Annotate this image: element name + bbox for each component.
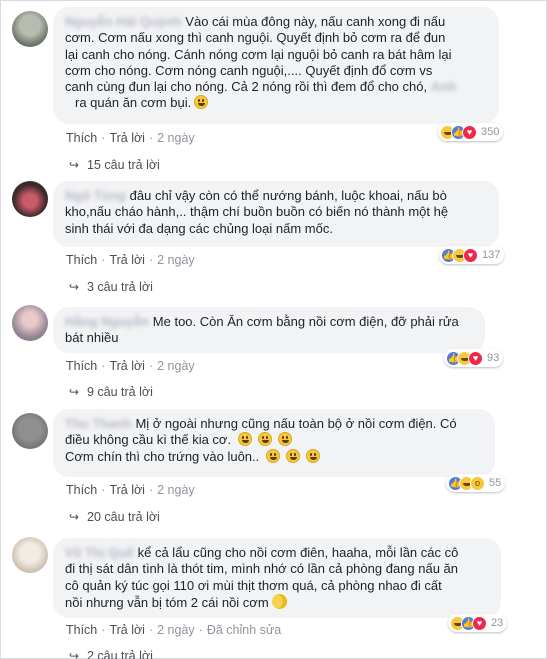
comment-text-line: kể cả lẩu cũng cho nồi cơm điên, haaha, … (137, 545, 459, 560)
avatar[interactable] (12, 537, 48, 573)
comment-text-line: cơm cho nóng. Cơm nóng canh nguội,.... Q… (65, 62, 433, 78)
comment-actions: Thích · Trả lời · 2 ngày · Đã chỉnh sửa (66, 623, 282, 637)
reaction-summary[interactable]: 👍 ♥ 350 (438, 123, 504, 141)
comment-text-line: bát nhiều (65, 330, 119, 346)
timestamp[interactable]: 2 ngày (157, 623, 195, 637)
like-link[interactable]: Thích (66, 359, 97, 373)
replies-count: 20 câu trả lời (87, 510, 160, 524)
comment-text-line: điều không cầu kì thế kia cơ. (65, 432, 232, 448)
comment-text-line: cơm. Cơm nấu xong thì canh nguội. Quyết … (65, 30, 446, 46)
grin-emoji-icon (265, 448, 280, 463)
love-reaction-icon: ♥ (462, 124, 477, 140)
like-link[interactable]: Thích (66, 131, 97, 145)
rofl-emoji-icon (194, 95, 209, 110)
reply-link[interactable]: Trả lời (109, 359, 145, 373)
comment-text-line: Me too. Còn Ăn cơm bằng nồi cơm điện, đỡ… (152, 314, 459, 329)
love-reaction-icon: ♥ (468, 350, 483, 366)
grin-emoji-icon (305, 448, 320, 463)
like-link[interactable]: Thích (66, 623, 97, 637)
reaction-count: 55 (489, 477, 502, 489)
reply-arrow-icon: ↪ (69, 510, 80, 524)
replies-count: 3 câu trả lời (87, 280, 153, 294)
comment-actions: Thích · Trả lời · 2 ngày (66, 483, 195, 497)
replies-count: 2 câu trả lời (87, 649, 153, 659)
like-link[interactable]: Thích (66, 483, 97, 497)
reaction-count: 350 (481, 126, 500, 138)
comment-text-line: kho,nấu cháo hành,.. thậm chí buồn buồn … (65, 204, 449, 220)
edited-label[interactable]: Đã chỉnh sửa (207, 623, 281, 637)
like-link[interactable]: Thích (66, 253, 97, 267)
comment-bubble: Nguyễn Hải Quỳnh Vào cái mùa đông này, nấ… (53, 7, 499, 124)
comment-text-line: Cơm chín thì cho trứng vào luôn.. (65, 448, 260, 464)
view-replies-link[interactable]: ↪ 9 câu trả lời (69, 385, 153, 399)
moon-emoji-icon (271, 593, 287, 609)
reply-arrow-icon: ↪ (69, 158, 80, 172)
comment-text-line: sinh thái với đa dạng các chủng loại nấm… (65, 220, 333, 236)
avatar[interactable] (12, 181, 48, 217)
timestamp[interactable]: 2 ngày (157, 253, 195, 267)
reaction-summary[interactable]: 👍 o 55 (446, 474, 506, 492)
reply-link[interactable]: Trả lời (109, 623, 145, 637)
avatar[interactable] (12, 413, 48, 449)
comment-text-line: nồi nhưng vẫn bị tóm 2 cái nồi cơm (65, 594, 269, 610)
love-reaction-icon: ♥ (463, 247, 478, 263)
comment-text-line: đi thị sát dân tình là thót tim, mình nh… (65, 561, 459, 577)
comment-bubble: Vũ Thị Quế kể cả lẩu cũng cho nồi cơm điê… (53, 538, 501, 618)
comment-actions: Thích · Trả lời · 2 ngày (66, 131, 195, 145)
commenter-name[interactable]: Vũ Thị Quế (65, 545, 134, 561)
timestamp[interactable]: 2 ngày (157, 359, 195, 373)
comment-bubble: Thu Thanh Mị ở ngoài nhưng cũng nấu toàn … (53, 409, 495, 477)
replies-count: 15 câu trả lời (87, 158, 160, 172)
reaction-summary[interactable]: 👍 ♥ 137 (439, 246, 505, 264)
view-replies-link[interactable]: ↪ 2 câu trả lời (69, 649, 153, 659)
view-replies-link[interactable]: ↪ 15 câu trả lời (69, 158, 160, 172)
tagged-name[interactable]: Anh (431, 79, 456, 95)
reaction-count: 93 (487, 352, 500, 364)
commenter-name[interactable]: Hằng Nguyễn (65, 314, 149, 330)
avatar[interactable] (12, 11, 48, 47)
comment-text-line: cô quản ký túc gọi 110 ơi mùi thịt thơm … (65, 577, 442, 593)
comment-text-line: ra quán ăn cơm bụi. (75, 95, 192, 111)
reply-link[interactable]: Trả lời (109, 253, 145, 267)
comment-text-line: canh cùng đun lại cho nóng. Cả 2 nóng rồ… (65, 79, 428, 95)
comment-text-line: Mị ở ngoài nhưng cũng nấu toàn bộ ở nồi … (135, 416, 457, 431)
reply-arrow-icon: ↪ (69, 385, 80, 399)
grin-emoji-icon (285, 448, 300, 463)
reply-link[interactable]: Trả lời (109, 131, 145, 145)
reaction-summary[interactable]: 👍 ♥ 23 (448, 614, 508, 632)
reaction-count: 23 (491, 617, 504, 629)
grin-emoji-icon (257, 432, 272, 447)
reaction-count: 137 (482, 249, 501, 261)
comment-text-line: Vào cái mùa đông này, nấu canh xong đi n… (185, 14, 446, 29)
timestamp[interactable]: 2 ngày (157, 483, 195, 497)
comment-text-line: đâu chỉ vậy còn có thể nướng bánh, luộc … (129, 188, 447, 203)
comment-bubble: Hằng Nguyễn Me too. Còn Ăn cơm bằng nồi c… (53, 307, 485, 353)
commenter-name[interactable]: Ngô Tùng (65, 188, 126, 204)
wow-reaction-icon: o (470, 475, 485, 491)
comment-text-line: lại canh cho nóng. Cánh nóng cơm lại ngu… (65, 46, 452, 62)
comment-actions: Thích · Trả lời · 2 ngày (66, 253, 195, 267)
reply-arrow-icon: ↪ (69, 649, 80, 659)
reply-arrow-icon: ↪ (69, 280, 80, 294)
commenter-name[interactable]: Nguyễn Hải Quỳnh (65, 14, 181, 30)
replies-count: 9 câu trả lời (87, 385, 153, 399)
timestamp[interactable]: 2 ngày (157, 131, 195, 145)
comments-panel: Nguyễn Hải Quỳnh Vào cái mùa đông này, nấ… (0, 0, 547, 659)
comment-actions: Thích · Trả lời · 2 ngày (66, 359, 195, 373)
commenter-name[interactable]: Thu Thanh (65, 416, 131, 432)
grin-emoji-icon (237, 432, 252, 447)
comment-bubble: Ngô Tùng đâu chỉ vậy còn có thể nướng bán… (53, 181, 499, 247)
view-replies-link[interactable]: ↪ 3 câu trả lời (69, 280, 153, 294)
avatar[interactable] (12, 305, 48, 341)
reply-link[interactable]: Trả lời (109, 483, 145, 497)
view-replies-link[interactable]: ↪ 20 câu trả lời (69, 510, 160, 524)
love-reaction-icon: ♥ (472, 615, 487, 631)
grin-emoji-icon (277, 432, 292, 447)
reaction-summary[interactable]: 👍 ♥ 93 (444, 349, 504, 367)
